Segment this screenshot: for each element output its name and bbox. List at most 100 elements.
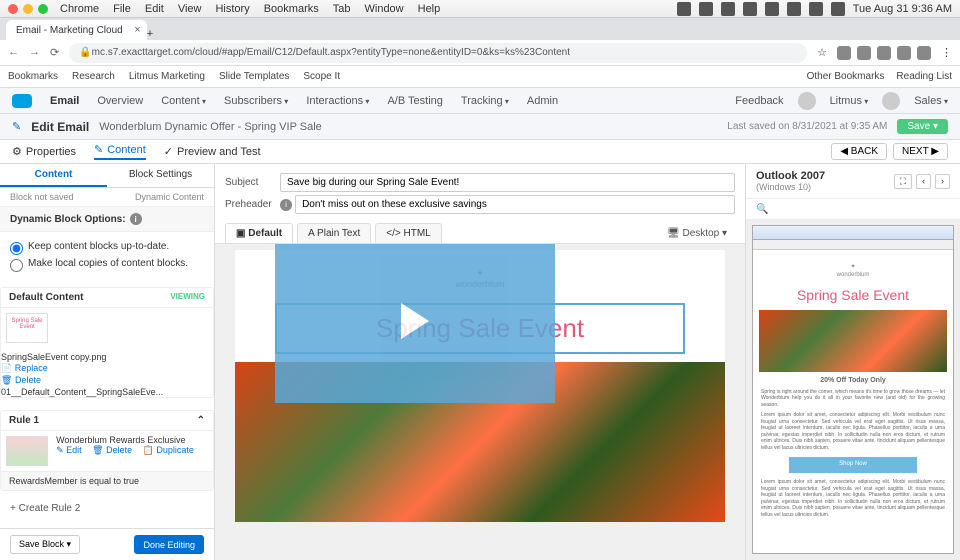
browser-tab[interactable]: Email - Marketing Cloud× — [6, 20, 147, 40]
forward-icon[interactable]: → — [29, 46, 40, 59]
tab-preview[interactable]: ✓ Preview and Test — [164, 145, 261, 158]
replace-link[interactable]: 📄 Replace — [1, 363, 163, 374]
window-controls[interactable] — [8, 4, 48, 14]
save-button[interactable]: Save — [897, 119, 948, 134]
sidebar-tab-blocksettings[interactable]: Block Settings — [107, 164, 214, 187]
feedback-link[interactable]: Feedback — [735, 95, 783, 107]
extension-icon[interactable] — [877, 46, 891, 60]
outlook-titlebar — [753, 226, 953, 240]
save-block-button[interactable]: Save Block ▾ — [10, 535, 80, 554]
status-icon — [677, 2, 691, 16]
outlook-ribbon — [753, 240, 953, 250]
left-sidebar: Content Block Settings Block not savedDy… — [0, 164, 215, 560]
tab-content[interactable]: ✎ Content — [94, 143, 146, 160]
next-button[interactable]: NEXT ▶ — [893, 143, 948, 160]
extension-icon[interactable] — [917, 46, 931, 60]
bookmark[interactable]: Litmus Marketing — [129, 71, 205, 82]
subject-label: Subject — [225, 177, 280, 188]
tab-properties[interactable]: ⚙ Properties — [12, 145, 76, 158]
bookmarks-bar: Bookmarks Research Litmus Marketing Slid… — [0, 66, 960, 88]
viewing-badge: VIEWING — [170, 292, 205, 303]
other-bookmarks[interactable]: Other Bookmarks — [807, 71, 885, 82]
nav-admin[interactable]: Admin — [527, 95, 558, 107]
litmus-dropdown[interactable]: Litmus — [830, 95, 869, 107]
radio-keep-uptodate[interactable]: Keep content blocks up-to-date. — [10, 241, 204, 255]
last-saved: Last saved on 8/31/2021 at 9:35 AM — [727, 121, 887, 132]
close-tab-icon[interactable]: × — [134, 24, 140, 36]
email-name: Wonderblum Dynamic Offer - Spring VIP Sa… — [99, 121, 322, 133]
reading-list[interactable]: Reading List — [896, 71, 952, 82]
avatar[interactable] — [798, 92, 816, 110]
file-long-name: 01__Default_Content__SpringSaleEve... — [1, 387, 163, 397]
prev-client-button[interactable]: ‹ — [916, 174, 931, 189]
rule-condition: RewardsMember is equal to true — [1, 471, 213, 490]
collapse-icon[interactable]: ⌃ — [197, 415, 205, 426]
expand-icon[interactable]: ⛶ — [894, 174, 912, 189]
content-thumbnail[interactable]: Spring Sale Event — [6, 313, 48, 343]
add-rule-button[interactable]: + Create Rule 2 — [0, 497, 214, 520]
view-html-tab[interactable]: </> HTML — [375, 223, 441, 243]
reload-icon[interactable]: ⟳ — [50, 46, 59, 59]
back-button[interactable]: ◀ BACK — [831, 143, 887, 160]
app-nav: Email Overview Content Subscribers Inter… — [0, 88, 960, 114]
preheader-input[interactable] — [295, 195, 735, 214]
rule-header[interactable]: Rule 1 — [9, 415, 39, 426]
info-icon[interactable]: i — [130, 213, 142, 225]
nav-abtesting[interactable]: A/B Testing — [387, 95, 442, 107]
avatar[interactable] — [882, 92, 900, 110]
extension-icon[interactable] — [837, 46, 851, 60]
edit-icon: ✎ — [12, 120, 21, 133]
nav-interactions[interactable]: Interactions — [306, 95, 369, 107]
edit-link[interactable]: ✎ Edit — [56, 445, 82, 455]
menu-icon[interactable]: ⋮ — [941, 46, 952, 59]
bookmark[interactable]: Bookmarks — [8, 71, 58, 82]
status-icon — [831, 2, 845, 16]
nav-tracking[interactable]: Tracking — [461, 95, 509, 107]
salesforce-logo-icon[interactable] — [12, 94, 32, 108]
rule-thumbnail[interactable] — [6, 436, 48, 466]
status-icon — [721, 2, 735, 16]
delete-rule-link[interactable]: 🗑 Delete — [92, 445, 132, 455]
play-icon[interactable] — [401, 303, 429, 339]
sales-dropdown[interactable]: Sales — [914, 95, 948, 107]
delete-link[interactable]: 🗑 Delete — [1, 375, 163, 386]
nav-subscribers[interactable]: Subscribers — [224, 95, 288, 107]
status-icon — [809, 2, 823, 16]
preheader-label: Preheader — [225, 199, 280, 210]
mac-menus[interactable]: ChromeFileEditViewHistoryBookmarksTabWin… — [60, 3, 440, 15]
client-name: Outlook 2007 — [756, 170, 825, 182]
star-icon[interactable]: ☆ — [817, 46, 827, 59]
video-overlay[interactable] — [275, 244, 555, 403]
app-brand: Email — [50, 95, 79, 107]
bookmark[interactable]: Slide Templates — [219, 71, 289, 82]
preview-search[interactable] — [746, 199, 960, 219]
rp-paragraph: Lorem ipsum dolor sit amet, consectetur … — [761, 412, 945, 451]
back-icon[interactable]: ← — [8, 46, 19, 59]
extension-icon[interactable] — [897, 46, 911, 60]
extension-icon[interactable] — [857, 46, 871, 60]
url-input[interactable]: 🔒 mc.s7.exacttarget.com/cloud/#app/Email… — [69, 43, 807, 63]
bookmark[interactable]: Scope It — [303, 71, 340, 82]
status-icon — [765, 2, 779, 16]
view-plaintext-tab[interactable]: A Plain Text — [297, 223, 371, 243]
browser-addressbar: ← → ⟳ 🔒 mc.s7.exacttarget.com/cloud/#app/E… — [0, 40, 960, 66]
radio-local-copies[interactable]: Make local copies of content blocks. — [10, 258, 204, 272]
done-editing-button[interactable]: Done Editing — [134, 535, 204, 554]
desktop-dropdown[interactable]: 🖥 Desktop ▾ — [659, 224, 735, 243]
nav-content[interactable]: Content — [161, 95, 206, 107]
nav-overview[interactable]: Overview — [97, 95, 143, 107]
new-tab-button[interactable]: + — [147, 28, 153, 40]
block-status: Block not saved — [10, 192, 74, 202]
clock: Tue Aug 31 9:36 AM — [853, 3, 952, 15]
rp-cta-button: Shop Now — [789, 457, 917, 473]
default-content-header: Default Content — [9, 292, 83, 303]
view-default-tab[interactable]: ▣ Default — [225, 223, 293, 243]
next-client-button[interactable]: › — [935, 174, 950, 189]
duplicate-link[interactable]: 📋 Duplicate — [143, 445, 194, 455]
subject-input[interactable] — [280, 173, 735, 192]
status-icon — [787, 2, 801, 16]
sidebar-tab-content[interactable]: Content — [0, 164, 107, 187]
rp-offer: 20% Off Today Only — [759, 376, 947, 385]
info-icon[interactable]: i — [280, 199, 292, 211]
bookmark[interactable]: Research — [72, 71, 115, 82]
